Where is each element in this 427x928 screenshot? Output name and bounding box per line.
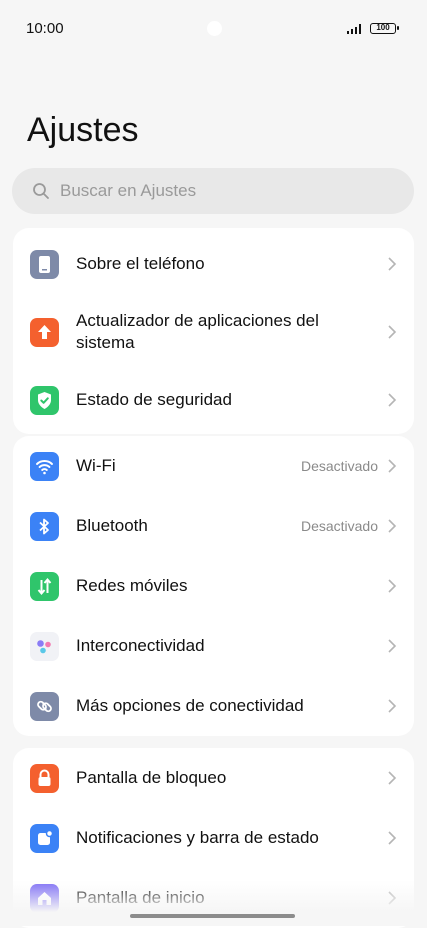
status-time: 10:00 <box>26 20 64 37</box>
settings-item-home-screen[interactable]: Pantalla de inicio <box>13 868 414 928</box>
status-bar: 10:00 100 <box>0 0 427 58</box>
chevron-right-icon <box>388 699 397 713</box>
phone-icon <box>30 249 59 279</box>
settings-item-more-connectivity[interactable]: Más opciones de conectividad <box>13 676 414 736</box>
search-icon <box>33 183 49 199</box>
chevron-right-icon <box>388 325 397 339</box>
link-icon <box>30 691 59 721</box>
settings-item-value: Desactivado <box>300 518 378 534</box>
settings-item-label: Notificaciones y barra de estado <box>76 828 319 847</box>
lock-icon <box>30 763 59 793</box>
signal-icon <box>347 24 367 34</box>
search-bar[interactable]: Buscar en Ajustes <box>12 168 414 214</box>
mobile-data-icon <box>30 571 59 601</box>
chevron-right-icon <box>388 459 397 473</box>
chevron-right-icon <box>388 771 397 785</box>
settings-item-notifications[interactable]: Notificaciones y barra de estado <box>13 808 414 868</box>
chevron-right-icon <box>388 519 397 533</box>
search-placeholder: Buscar en Ajustes <box>60 181 197 200</box>
upload-arrow-icon <box>30 317 59 347</box>
settings-item-interconnectivity[interactable]: Interconectividad <box>13 616 414 676</box>
settings-group-connectivity: Wi-Fi Desactivado Bluetooth Desactivado … <box>13 436 414 736</box>
settings-item-label: Interconectividad <box>76 636 205 655</box>
chevron-right-icon <box>388 579 397 593</box>
battery-icon: 100 <box>370 23 399 34</box>
settings-item-label: Sobre el teléfono <box>76 254 205 273</box>
wifi-icon <box>30 451 59 481</box>
home-icon <box>30 883 59 913</box>
settings-group-device: Sobre el teléfono Actualizador de aplica… <box>13 228 414 434</box>
chevron-right-icon <box>388 393 397 407</box>
settings-item-label: Pantalla de bloqueo <box>76 768 227 787</box>
settings-item-mobile-networks[interactable]: Redes móviles <box>13 556 414 616</box>
settings-item-system-app-updater[interactable]: Actualizador de aplicaciones del sistema <box>13 294 414 370</box>
settings-item-wifi[interactable]: Wi-Fi Desactivado <box>13 436 414 496</box>
home-indicator[interactable] <box>130 914 295 918</box>
interconnect-dots-icon <box>30 631 59 661</box>
notification-icon <box>30 823 59 853</box>
settings-item-label: Estado de seguridad <box>76 390 232 409</box>
bluetooth-icon <box>30 511 59 541</box>
shield-check-icon <box>30 385 59 415</box>
settings-item-label: Más opciones de conectividad <box>76 696 304 715</box>
settings-item-label: Redes móviles <box>76 576 188 595</box>
camera-cutout <box>207 21 222 36</box>
settings-item-security-status[interactable]: Estado de seguridad <box>13 370 414 430</box>
chevron-right-icon <box>388 891 397 905</box>
chevron-right-icon <box>388 831 397 845</box>
settings-group-display: Pantalla de bloqueo Notificaciones y bar… <box>13 748 414 928</box>
settings-item-lock-screen[interactable]: Pantalla de bloqueo <box>13 748 414 808</box>
page-title: Ajustes <box>27 111 139 149</box>
settings-item-value: Desactivado <box>300 458 378 474</box>
settings-item-bluetooth[interactable]: Bluetooth Desactivado <box>13 496 414 556</box>
settings-item-label: Actualizador de aplicaciones del sistema <box>76 311 319 352</box>
chevron-right-icon <box>388 639 397 653</box>
chevron-right-icon <box>388 257 397 271</box>
settings-item-about-phone[interactable]: Sobre el teléfono <box>13 234 414 294</box>
settings-item-label: Pantalla de inicio <box>76 888 205 907</box>
